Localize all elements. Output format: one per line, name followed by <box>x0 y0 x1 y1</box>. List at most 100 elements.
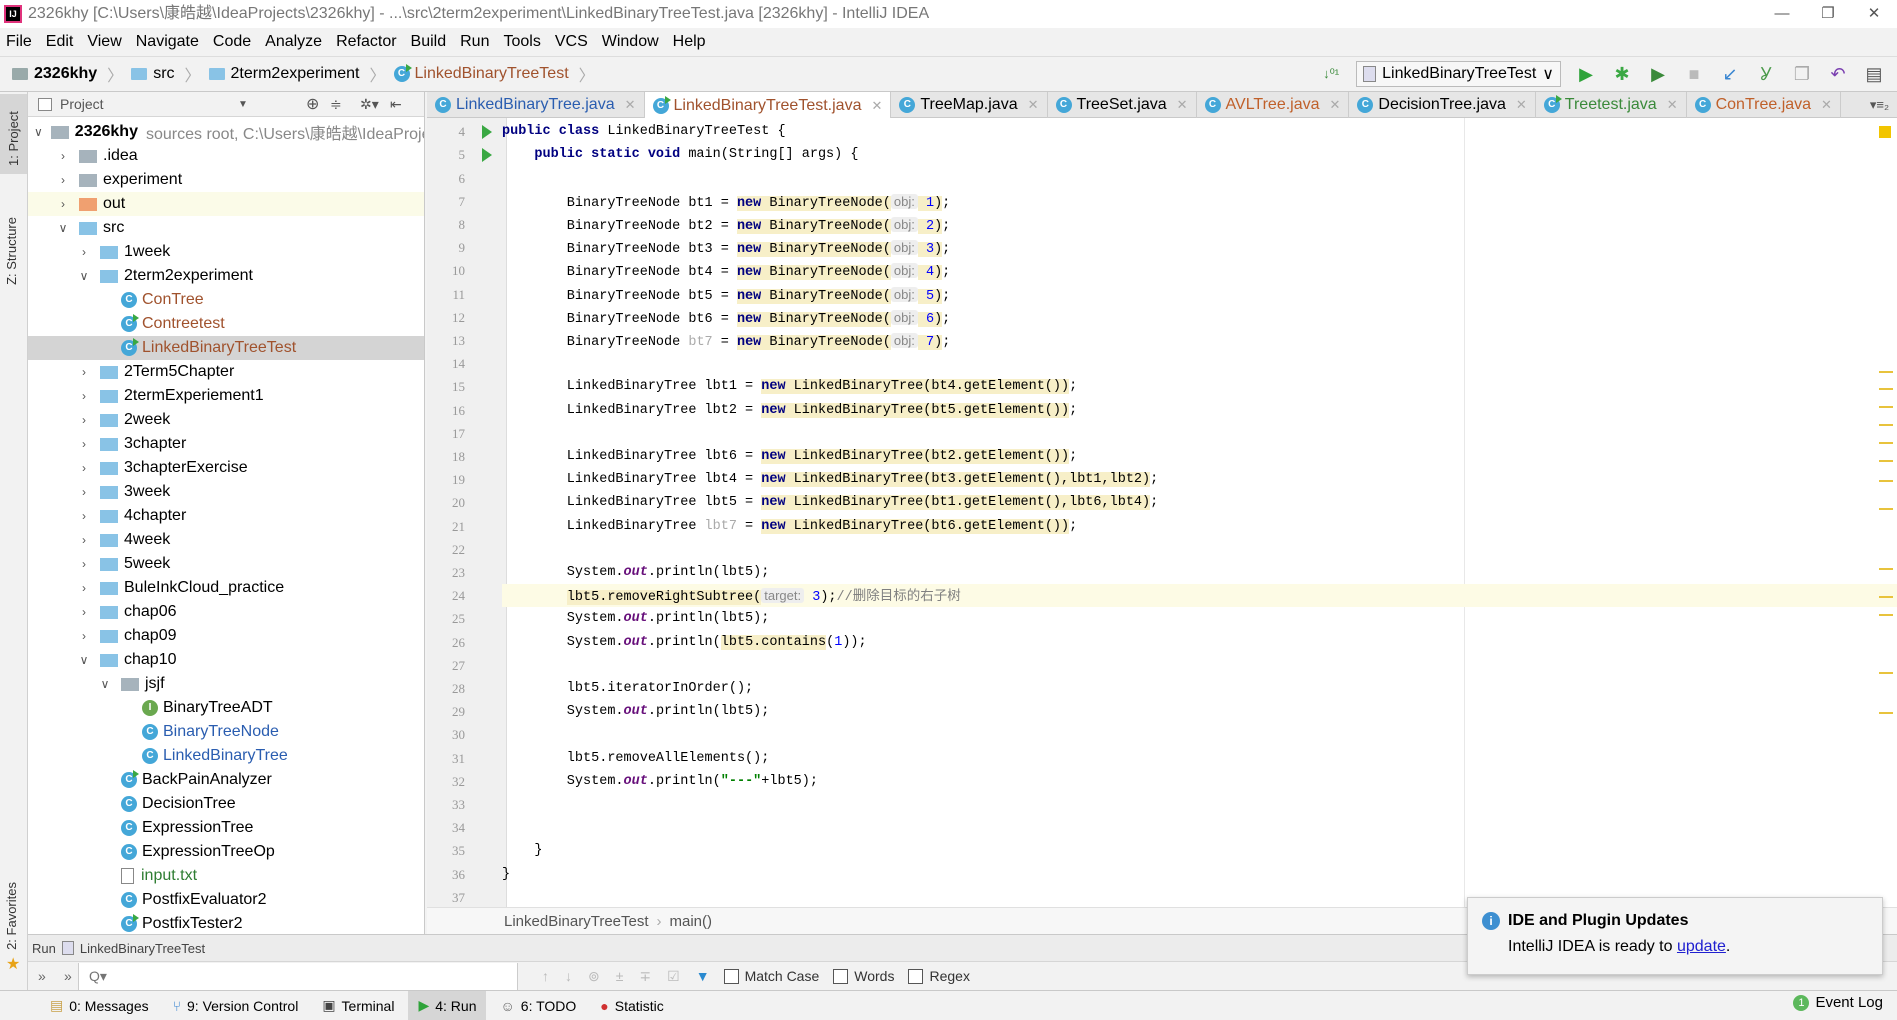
chevron-right-icon[interactable]: › <box>76 629 92 643</box>
run-icon[interactable]: ▶ <box>1575 64 1597 85</box>
close-tab-icon[interactable]: ✕ <box>1821 97 1832 113</box>
code-line[interactable]: LinkedBinaryTree lbt4 = new LinkedBinary… <box>502 468 1897 491</box>
tree-item[interactable]: › chap06 <box>28 600 424 624</box>
warning-stripe-mark[interactable] <box>1879 568 1893 570</box>
tree-item[interactable]: › 2week <box>28 408 424 432</box>
run-gutter-icon[interactable] <box>482 125 492 140</box>
tree-item[interactable]: C PostfixTester2 <box>28 912 424 934</box>
code-line[interactable]: BinaryTreeNode bt6 = new BinaryTreeNode(… <box>502 306 1897 329</box>
menu-code[interactable]: Code <box>213 33 251 51</box>
code-line[interactable]: lbt5.removeAllElements(); <box>502 747 1897 770</box>
nav-project[interactable]: 2326khy <box>12 65 97 83</box>
match-case-checkbox[interactable]: Match Case <box>723 968 819 984</box>
search-nav-icons[interactable]: ↑↓⊚±∓☑ <box>542 968 696 985</box>
tree-item[interactable]: I BinaryTreeADT <box>28 696 424 720</box>
tree-item[interactable]: ∨ jsjf <box>28 672 424 696</box>
tree-item[interactable]: C PostfixEvaluator2 <box>28 888 424 912</box>
code-line[interactable]: lbt5.iteratorInOrder(); <box>502 677 1897 700</box>
tree-item[interactable]: › 3week <box>28 480 424 504</box>
warning-stripe-mark[interactable] <box>1879 596 1893 598</box>
code-line[interactable] <box>502 352 1897 375</box>
minimize-button[interactable]: — <box>1759 0 1805 28</box>
menu-analyze[interactable]: Analyze <box>265 33 322 51</box>
tab-treemap-java[interactable]: C TreeMap.java ✕ <box>891 92 1048 118</box>
tree-item[interactable]: › chap09 <box>28 624 424 648</box>
nav-file[interactable]: C LinkedBinaryTreeTest <box>393 64 569 83</box>
gear-icon[interactable]: ✲▾ <box>360 96 379 113</box>
code-line[interactable] <box>502 167 1897 190</box>
code-line[interactable] <box>502 538 1897 561</box>
tree-item[interactable]: › experiment <box>28 168 424 192</box>
close-tab-icon[interactable]: ✕ <box>1028 97 1039 113</box>
chevron-right-icon[interactable]: › <box>76 533 92 547</box>
tree-item[interactable]: C ExpressionTree <box>28 816 424 840</box>
chevron-right-icon[interactable]: › <box>76 413 92 427</box>
sort-icon[interactable]: ↓⁰¹ <box>1320 66 1342 82</box>
tree-item[interactable]: › out <box>28 192 424 216</box>
search-input[interactable] <box>78 962 518 990</box>
tab-treetest-java[interactable]: C Treetest.java ✕ <box>1536 92 1687 118</box>
run-gutter-icon[interactable] <box>482 148 492 163</box>
run-tab-config[interactable]: LinkedBinaryTreeTest <box>80 941 205 956</box>
collapse-all-icon[interactable]: ≑ <box>330 96 342 113</box>
expand-icon[interactable]: » <box>38 968 46 984</box>
code-line[interactable]: System.out.println("---"+lbt5); <box>502 770 1897 793</box>
expand-icon[interactable]: » <box>64 968 72 984</box>
menu-navigate[interactable]: Navigate <box>136 33 199 51</box>
breadcrumb-method[interactable]: main() <box>670 913 713 930</box>
code-line[interactable]: } <box>502 839 1897 862</box>
tree-item[interactable]: C BackPainAnalyzer <box>28 768 424 792</box>
close-tab-icon[interactable]: ✕ <box>871 98 882 114</box>
chevron-right-icon[interactable]: › <box>76 581 92 595</box>
chevron-right-icon[interactable]: › <box>76 605 92 619</box>
filter-icon[interactable]: ▼ <box>696 968 710 984</box>
tree-item[interactable]: ∨ 2326khy sources root, C:\Users\康皓越\IdeaP… <box>28 120 424 144</box>
tree-item[interactable]: › .idea <box>28 144 424 168</box>
menu-refactor[interactable]: Refactor <box>336 33 396 51</box>
stop-icon[interactable]: ■ <box>1683 64 1705 85</box>
code-line[interactable]: System.out.println(lbt5); <box>502 607 1897 630</box>
tool-window-4-run[interactable]: ▶ 4: Run <box>408 991 487 1020</box>
chevron-down-icon[interactable]: ▼ <box>238 99 248 110</box>
code-line[interactable]: LinkedBinaryTree lbt2 = new LinkedBinary… <box>502 399 1897 422</box>
hide-panel-icon[interactable]: ⇤ <box>390 96 402 113</box>
tree-item[interactable]: ∨ chap10 <box>28 648 424 672</box>
tree-item[interactable]: input.txt <box>28 864 424 888</box>
chevron-down-icon[interactable]: ∨ <box>97 677 113 691</box>
revert-icon[interactable]: ↶ <box>1827 64 1849 85</box>
warning-stripe-mark[interactable] <box>1879 388 1893 390</box>
tree-item[interactable]: › 4week <box>28 528 424 552</box>
tool-window-statistic[interactable]: ● Statistic <box>590 991 673 1020</box>
code-line[interactable] <box>502 654 1897 677</box>
regex-checkbox[interactable]: Regex <box>908 968 970 984</box>
chevron-down-icon[interactable]: ∨ <box>76 653 92 667</box>
warning-stripe-mark[interactable] <box>1879 672 1893 674</box>
tree-item[interactable]: › 2termExperiement1 <box>28 384 424 408</box>
chevron-right-icon[interactable]: › <box>76 509 92 523</box>
chevron-right-icon[interactable]: › <box>55 197 71 211</box>
code-line[interactable] <box>502 816 1897 839</box>
nav-package[interactable]: 2term2experiment <box>208 65 359 83</box>
code-line[interactable]: BinaryTreeNode bt3 = new BinaryTreeNode(… <box>502 236 1897 259</box>
vcs-commit-icon[interactable]: Ỿ <box>1755 62 1777 86</box>
debug-icon[interactable]: ✱ <box>1611 64 1633 85</box>
tool-window-9-version-control[interactable]: ⑂ 9: Version Control <box>163 991 309 1020</box>
tree-item[interactable]: C LinkedBinaryTreeTest <box>28 336 424 360</box>
code-line[interactable]: LinkedBinaryTree lbt5 = new LinkedBinary… <box>502 491 1897 514</box>
structure-icon[interactable]: ▤ <box>1863 64 1885 85</box>
tree-item[interactable]: › 2Term5Chapter <box>28 360 424 384</box>
menu-tools[interactable]: Tools <box>503 33 540 51</box>
editor-scrollbar[interactable] <box>1875 118 1897 907</box>
close-button[interactable]: ✕ <box>1851 0 1897 28</box>
locate-icon[interactable]: ⊕ <box>306 94 319 114</box>
menu-vcs[interactable]: VCS <box>555 33 588 51</box>
close-tab-icon[interactable]: ✕ <box>1177 97 1188 113</box>
code-line[interactable]: BinaryTreeNode bt1 = new BinaryTreeNode(… <box>502 190 1897 213</box>
tree-item[interactable]: C BinaryTreeNode <box>28 720 424 744</box>
menu-run[interactable]: Run <box>460 33 489 51</box>
chevron-right-icon[interactable]: › <box>76 365 92 379</box>
menu-view[interactable]: View <box>87 33 121 51</box>
event-log-button[interactable]: 1 Event Log <box>1793 994 1883 1011</box>
tree-item[interactable]: › 3chapter <box>28 432 424 456</box>
code-line[interactable] <box>502 422 1897 445</box>
